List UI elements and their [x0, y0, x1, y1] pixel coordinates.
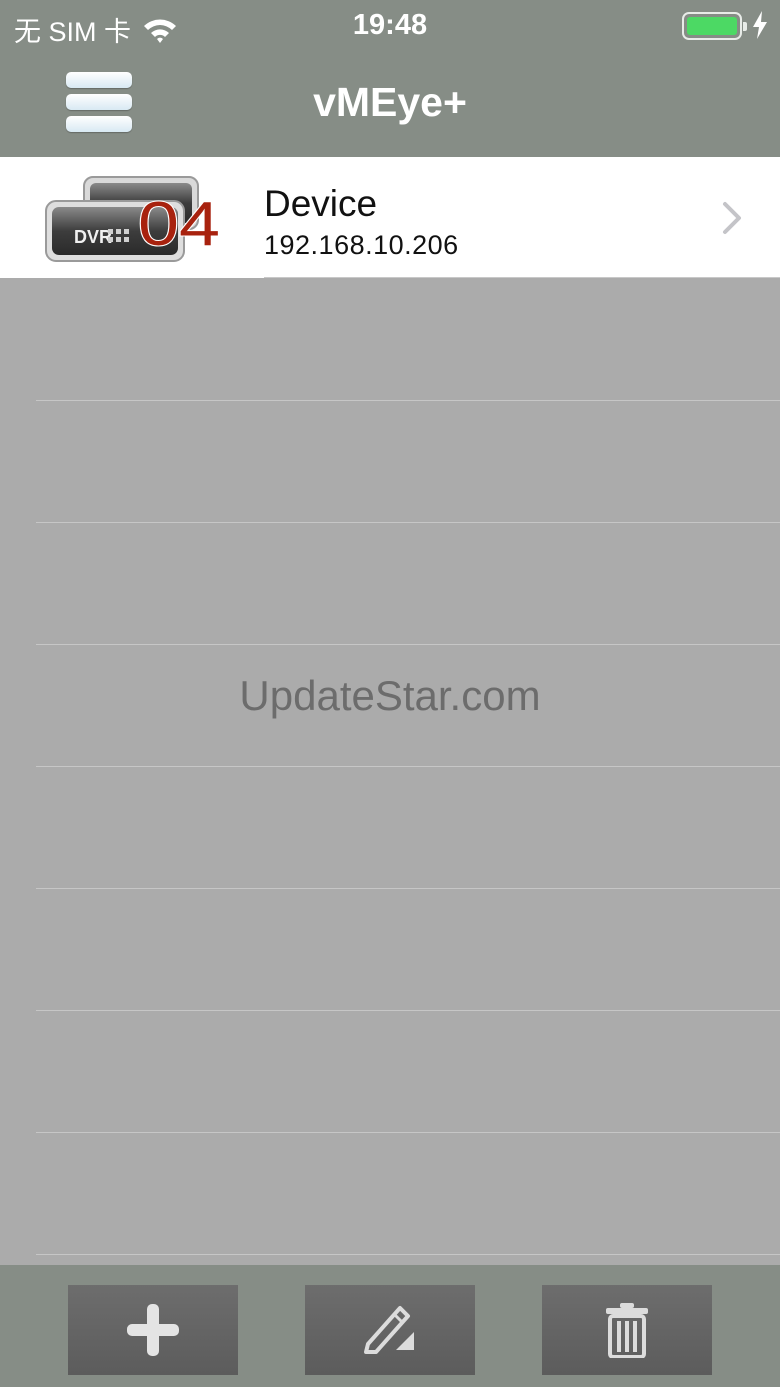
- battery-icon: [682, 12, 747, 40]
- dvr-device-icon: DVR 04: [45, 176, 221, 262]
- row-divider: [36, 1254, 780, 1255]
- row-divider: [36, 766, 780, 767]
- device-ip-address: 192.168.10.206: [264, 230, 459, 260]
- dvr-icon-number: 04: [138, 190, 220, 259]
- chevron-right-icon: [723, 202, 741, 234]
- device-list-item[interactable]: DVR 04 Device 192.168.10.206: [0, 157, 780, 278]
- plus-icon: [127, 1304, 179, 1356]
- status-bar: 无 SIM 卡 19:48: [0, 0, 780, 52]
- page-title: vMEye+: [313, 79, 467, 125]
- top-bars: 无 SIM 卡 19:48 vMEye+: [0, 0, 780, 157]
- row-divider: [36, 1132, 780, 1133]
- add-device-button[interactable]: [68, 1285, 238, 1375]
- row-divider: [36, 644, 780, 645]
- status-time: 19:48: [352, 9, 428, 41]
- row-divider: [36, 888, 780, 889]
- charging-bolt-icon: [753, 11, 767, 39]
- trash-icon: [606, 1303, 648, 1358]
- navigation-bar: vMEye+: [0, 52, 780, 157]
- edit-device-button[interactable]: [305, 1285, 475, 1375]
- delete-device-button[interactable]: [542, 1285, 712, 1375]
- row-divider: [36, 400, 780, 401]
- row-divider: [36, 1010, 780, 1011]
- row-separator: [264, 277, 780, 278]
- dvr-icon-label: DVR: [74, 227, 112, 247]
- pencil-icon: [364, 1306, 414, 1354]
- watermark-text: UpdateStar.com: [239, 672, 541, 719]
- device-name: Device: [264, 183, 378, 224]
- battery-level: [687, 17, 737, 35]
- row-divider: [36, 522, 780, 523]
- bottom-toolbar: [0, 1265, 780, 1387]
